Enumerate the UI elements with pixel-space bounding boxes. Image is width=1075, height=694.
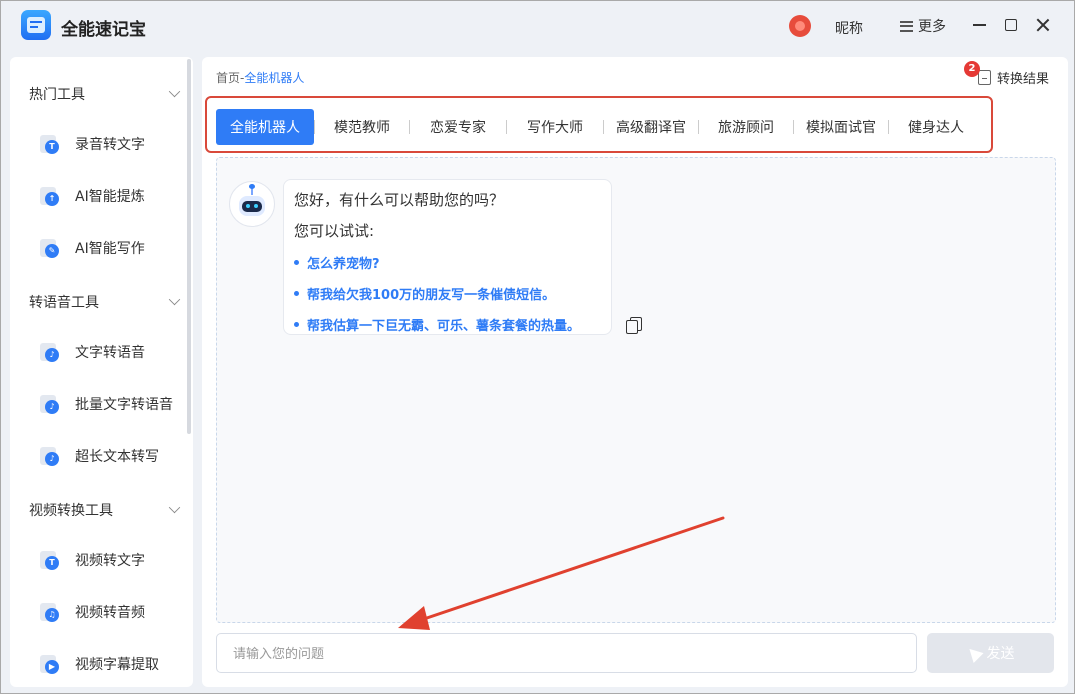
chevron-down-icon (168, 501, 181, 514)
sidebar-item-label: 视频字幕提取 (75, 657, 159, 673)
close-button[interactable] (1032, 14, 1054, 36)
send-label: 发送 (986, 645, 1015, 661)
long-text-icon: ♪ (40, 446, 60, 466)
breadcrumb: 首页-全能机器人 (216, 69, 304, 86)
section-header-tts-tools[interactable]: 转语音工具 (29, 292, 181, 312)
user-name[interactable]: 昵称 (835, 18, 863, 38)
video-to-audio-icon: ♫ (40, 602, 60, 622)
minimize-icon (972, 24, 986, 26)
sidebar-item-video-to-audio[interactable]: ♫ 视频转音频 (40, 600, 190, 624)
suggestion-item[interactable]: 帮我估算一下巨无霸、可乐、薯条套餐的热量。 (294, 315, 601, 334)
subtitle-extract-icon: ▶ (40, 654, 60, 674)
chevron-down-icon (168, 85, 181, 98)
sidebar-item-label: 视频转文字 (75, 553, 145, 569)
chevron-down-icon (168, 293, 181, 306)
question-input[interactable] (216, 633, 917, 673)
assistant-tabs: 全能机器人 模范教师 恋爱专家 写作大师 高级翻译官 旅游顾问 模拟面试官 健身… (216, 109, 983, 145)
sidebar-item-video-to-text[interactable]: T 视频转文字 (40, 548, 190, 572)
tab-writing-master[interactable]: 写作大师 (507, 109, 603, 145)
send-icon (963, 643, 984, 663)
tab-senior-translator[interactable]: 高级翻译官 (604, 109, 698, 145)
section-header-video-tools[interactable]: 视频转换工具 (29, 500, 181, 520)
app-title: 全能速记宝 (61, 20, 146, 40)
copy-icon[interactable] (625, 316, 645, 336)
sidebar-item-label: AI智能提炼 (75, 189, 145, 205)
notification-badge: 2 (964, 61, 980, 77)
document-icon: 2 (964, 61, 991, 85)
sidebar-item-video-subtitle-extract[interactable]: ▶ 视频字幕提取 (40, 652, 190, 676)
text-to-speech-icon: ♪ (40, 342, 60, 362)
send-button[interactable]: 发送 (927, 633, 1054, 673)
suggestion-text: 帮我给欠我100万的朋友写一条催债短信。 (307, 288, 556, 303)
suggestion-item[interactable]: 怎么养宠物? (294, 253, 601, 272)
audio-to-text-icon: T (40, 134, 60, 154)
breadcrumb-home[interactable]: 首页 (216, 71, 240, 85)
section-header-hot-tools[interactable]: 热门工具 (29, 84, 181, 104)
batch-tts-icon: ♪ (40, 394, 60, 414)
try-label: 您可以试试: (294, 222, 375, 240)
sidebar-item-label: 文字转语音 (75, 345, 145, 361)
minimize-button[interactable] (968, 14, 990, 36)
user-avatar[interactable] (789, 15, 811, 37)
tab-travel-advisor[interactable]: 旅游顾问 (699, 109, 793, 145)
close-icon (1036, 18, 1050, 32)
sidebar-item-text-to-speech[interactable]: ♪ 文字转语音 (40, 340, 190, 364)
tab-love-expert[interactable]: 恋爱专家 (410, 109, 506, 145)
main-panel: 首页-全能机器人 2 转换结果 全能机器人 模范教师 恋爱专家 写作大师 高级翻… (202, 57, 1068, 687)
sidebar-item-batch-text-to-speech[interactable]: ♪ 批量文字转语音 (40, 392, 190, 416)
maximize-button[interactable] (1000, 14, 1022, 36)
bot-message-bubble: 您好，有什么可以帮助您的吗？ 您可以试试: 怎么养宠物? 帮我给欠我100万的朋… (283, 179, 612, 335)
section-title: 热门工具 (29, 87, 85, 103)
more-menu-button[interactable]: 更多 (900, 16, 946, 36)
suggestion-text: 怎么养宠物? (307, 257, 380, 272)
sidebar-item-audio-to-text[interactable]: T 录音转文字 (40, 132, 190, 156)
chat-area: 您好，有什么可以帮助您的吗？ 您可以试试: 怎么养宠物? 帮我给欠我100万的朋… (216, 157, 1056, 623)
bullet-icon (294, 322, 299, 327)
sidebar-item-ai-writing[interactable]: ✎ AI智能写作 (40, 236, 190, 260)
video-to-text-icon: T (40, 550, 60, 570)
sidebar-item-label: 超长文本转写 (75, 449, 159, 465)
conversion-results-label: 转换结果 (997, 72, 1050, 87)
tab-fitness-expert[interactable]: 健身达人 (889, 109, 983, 145)
sidebar: 热门工具 T 录音转文字 ↑ AI智能提炼 ✎ AI智能写作 转语音工具 ♪ 文… (10, 57, 193, 687)
ai-extract-icon: ↑ (40, 186, 60, 206)
breadcrumb-current: 全能机器人 (244, 71, 305, 85)
title-bar: 全能速记宝 昵称 更多 (0, 0, 1075, 54)
menu-icon (900, 20, 913, 32)
tab-all-purpose-robot[interactable]: 全能机器人 (216, 109, 314, 145)
robot-avatar-icon (229, 181, 275, 227)
sidebar-item-label: AI智能写作 (75, 241, 145, 257)
ai-writing-icon: ✎ (40, 238, 60, 258)
greeting-text: 您好，有什么可以帮助您的吗？ (294, 191, 505, 209)
app-logo-icon (21, 10, 51, 40)
suggestion-text: 帮我估算一下巨无霸、可乐、薯条套餐的热量。 (307, 319, 581, 334)
sidebar-item-label: 录音转文字 (75, 137, 145, 153)
conversion-results-button[interactable]: 2 转换结果 (964, 61, 1050, 87)
tab-mock-interviewer[interactable]: 模拟面试官 (794, 109, 888, 145)
sidebar-item-ai-extract[interactable]: ↑ AI智能提炼 (40, 184, 190, 208)
maximize-icon (1005, 19, 1017, 31)
bullet-icon (294, 291, 299, 296)
bullet-icon (294, 260, 299, 265)
tab-model-teacher[interactable]: 模范教师 (315, 109, 409, 145)
sidebar-item-long-text-transcribe[interactable]: ♪ 超长文本转写 (40, 444, 190, 468)
sidebar-item-label: 批量文字转语音 (75, 397, 173, 413)
more-menu-label: 更多 (918, 19, 946, 35)
section-title: 转语音工具 (29, 295, 99, 311)
sidebar-item-label: 视频转音频 (75, 605, 145, 621)
suggestion-item[interactable]: 帮我给欠我100万的朋友写一条催债短信。 (294, 284, 601, 303)
section-title: 视频转换工具 (29, 503, 113, 519)
